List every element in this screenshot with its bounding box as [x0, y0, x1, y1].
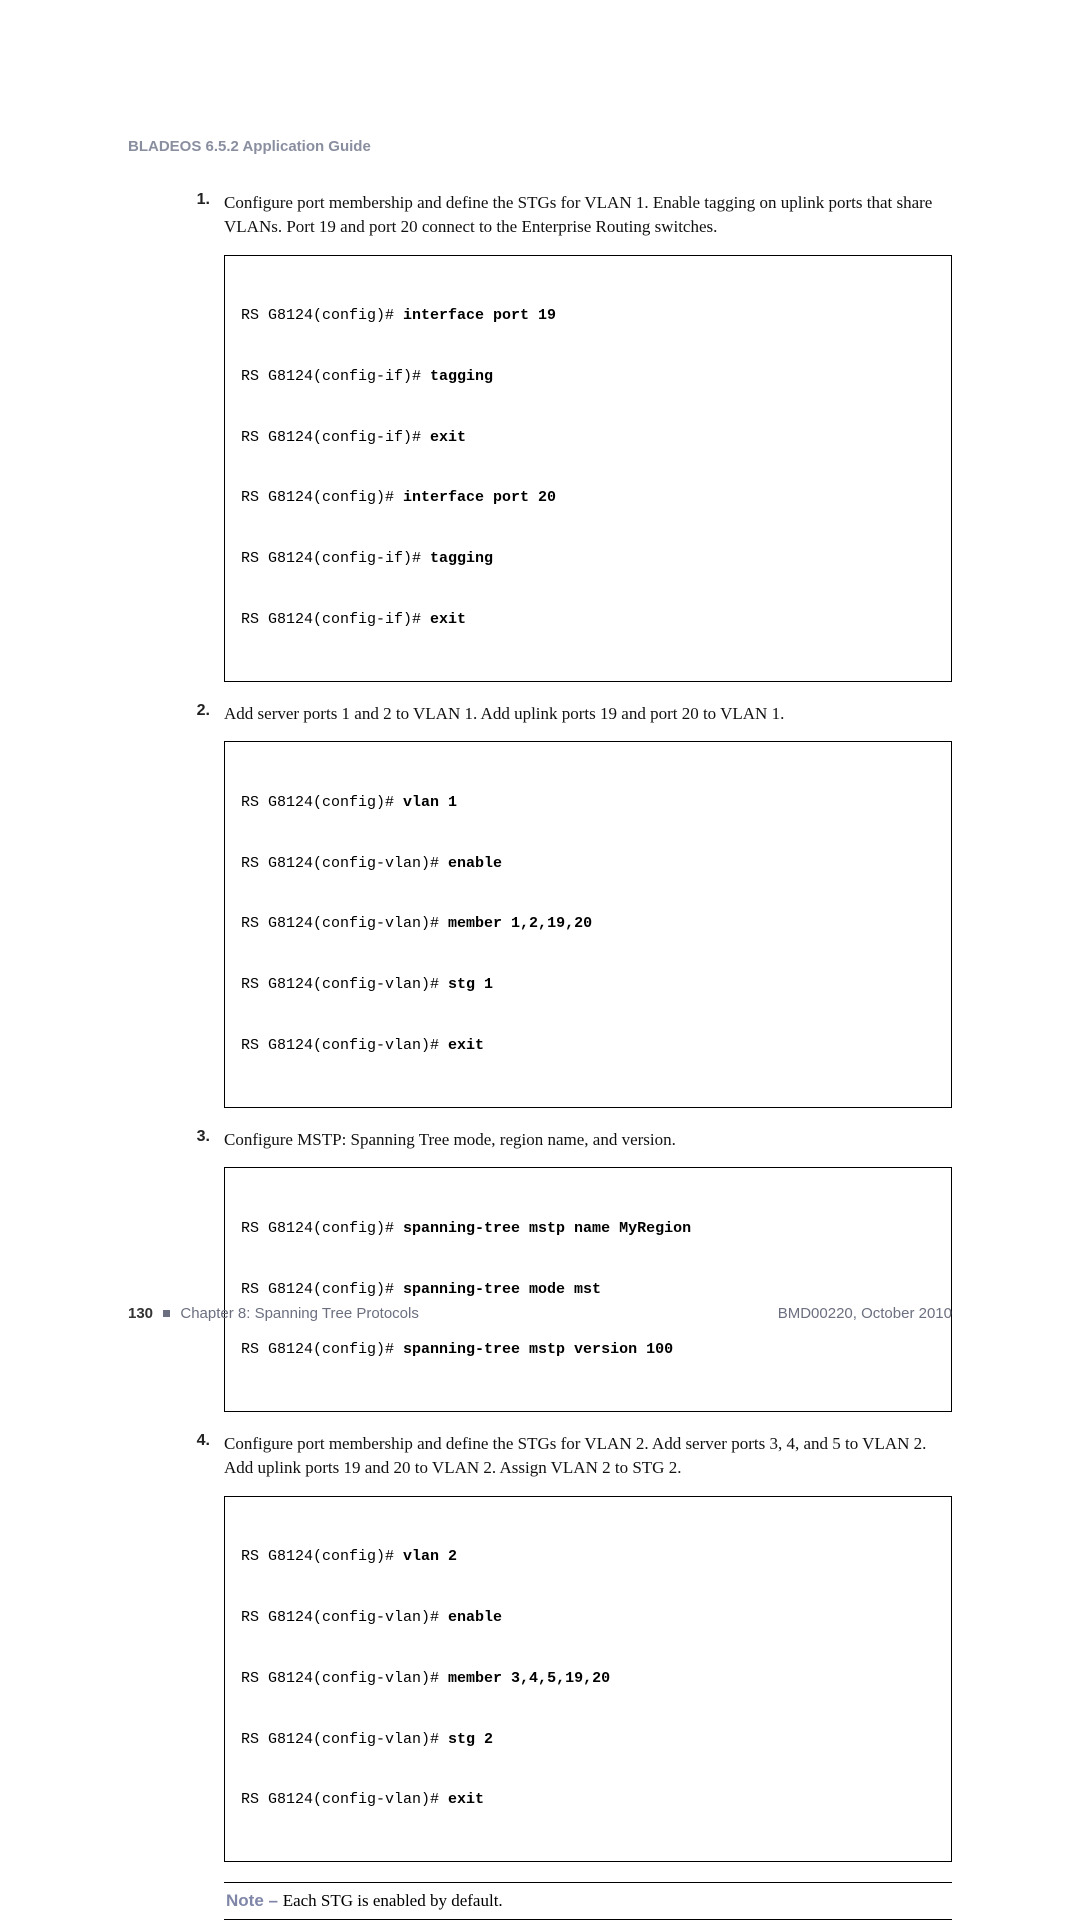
step-text: Configure MSTP: Spanning Tree mode, regi… — [224, 1128, 952, 1152]
code-line: RS G8124(config)# spanning-tree mstp ver… — [241, 1340, 935, 1360]
code-cmd: member 1,2,19,20 — [448, 915, 592, 932]
code-line: RS G8124(config)# vlan 1 — [241, 793, 935, 813]
code-line: RS G8124(config-vlan)# member 3,4,5,19,2… — [241, 1669, 935, 1689]
code-cmd: stg 1 — [448, 976, 493, 993]
code-prompt: RS G8124(config-vlan)# — [241, 855, 448, 872]
code-prompt: RS G8124(config-if)# — [241, 550, 430, 567]
step-row: 3. Configure MSTP: Spanning Tree mode, r… — [188, 1128, 952, 1152]
note-text: Each STG is enabled by default. — [283, 1891, 503, 1910]
code-prompt: RS G8124(config-vlan)# — [241, 1670, 448, 1687]
code-prompt: RS G8124(config-vlan)# — [241, 915, 448, 932]
code-line: RS G8124(config)# spanning-tree mode mst — [241, 1280, 935, 1300]
step-text: Configure port membership and define the… — [224, 191, 952, 239]
page-number: 130 — [128, 1305, 153, 1322]
step-number: 2. — [188, 702, 224, 720]
step-2: 2. Add server ports 1 and 2 to VLAN 1. A… — [188, 702, 952, 1108]
step-number: 4. — [188, 1432, 224, 1450]
code-cmd: member 3,4,5,19,20 — [448, 1670, 610, 1687]
code-cmd: exit — [448, 1037, 484, 1054]
code-cmd: vlan 1 — [403, 794, 457, 811]
page-body: 1. Configure port membership and define … — [128, 191, 952, 1920]
code-prompt: RS G8124(config)# — [241, 1281, 403, 1298]
code-cmd: vlan 2 — [403, 1548, 457, 1565]
footer-left: 130 Chapter 8: Spanning Tree Protocols — [128, 1305, 419, 1322]
code-cmd: enable — [448, 1609, 502, 1626]
code-line: RS G8124(config-vlan)# stg 2 — [241, 1730, 935, 1750]
code-prompt: RS G8124(config)# — [241, 1341, 403, 1358]
code-prompt: RS G8124(config)# — [241, 307, 403, 324]
code-cmd: stg 2 — [448, 1731, 493, 1748]
code-cmd: spanning-tree mstp name MyRegion — [403, 1220, 691, 1237]
code-line: RS G8124(config)# interface port 19 — [241, 306, 935, 326]
step-1: 1. Configure port membership and define … — [188, 191, 952, 682]
code-line: RS G8124(config-vlan)# enable — [241, 854, 935, 874]
code-prompt: RS G8124(config)# — [241, 1220, 403, 1237]
code-prompt: RS G8124(config-vlan)# — [241, 976, 448, 993]
code-cmd: spanning-tree mode mst — [403, 1281, 601, 1298]
step-row: 2. Add server ports 1 and 2 to VLAN 1. A… — [188, 702, 952, 726]
code-cmd: interface port 20 — [403, 489, 556, 506]
code-prompt: RS G8124(config-vlan)# — [241, 1791, 448, 1808]
code-cmd: tagging — [430, 368, 493, 385]
footer-right: BMD00220, October 2010 — [778, 1305, 952, 1322]
code-prompt: RS G8124(config-vlan)# — [241, 1037, 448, 1054]
code-block: RS G8124(config)# interface port 19 RS G… — [224, 255, 952, 682]
code-cmd: exit — [448, 1791, 484, 1808]
square-bullet-icon — [163, 1310, 170, 1317]
step-number: 1. — [188, 191, 224, 209]
page-footer: 130 Chapter 8: Spanning Tree Protocols B… — [128, 1305, 952, 1322]
chapter-title: Chapter 8: Spanning Tree Protocols — [180, 1305, 418, 1322]
code-cmd: interface port 19 — [403, 307, 556, 324]
code-line: RS G8124(config-vlan)# exit — [241, 1790, 935, 1810]
step-text: Configure port membership and define the… — [224, 1432, 952, 1480]
code-line: RS G8124(config-vlan)# stg 1 — [241, 975, 935, 995]
code-prompt: RS G8124(config-if)# — [241, 429, 430, 446]
code-line: RS G8124(config)# spanning-tree mstp nam… — [241, 1219, 935, 1239]
code-block: RS G8124(config)# vlan 2 RS G8124(config… — [224, 1496, 952, 1862]
code-line: RS G8124(config)# interface port 20 — [241, 488, 935, 508]
step-row: 1. Configure port membership and define … — [188, 191, 952, 239]
code-block: RS G8124(config)# spanning-tree mstp nam… — [224, 1167, 952, 1412]
code-block: RS G8124(config)# vlan 1 RS G8124(config… — [224, 741, 952, 1107]
code-prompt: RS G8124(config)# — [241, 1548, 403, 1565]
code-line: RS G8124(config-vlan)# exit — [241, 1036, 935, 1056]
doc-id: BMD00220, October 2010 — [778, 1305, 952, 1322]
note-label: Note – — [226, 1891, 283, 1910]
page-header: BLADEOS 6.5.2 Application Guide — [128, 138, 952, 155]
step-row: 4. Configure port membership and define … — [188, 1432, 952, 1480]
code-line: RS G8124(config-if)# exit — [241, 428, 935, 448]
code-line: RS G8124(config-vlan)# member 1,2,19,20 — [241, 914, 935, 934]
step-text: Add server ports 1 and 2 to VLAN 1. Add … — [224, 702, 952, 726]
code-line: RS G8124(config-if)# exit — [241, 610, 935, 630]
code-prompt: RS G8124(config-vlan)# — [241, 1609, 448, 1626]
step-3: 3. Configure MSTP: Spanning Tree mode, r… — [188, 1128, 952, 1413]
code-prompt: RS G8124(config-vlan)# — [241, 1731, 448, 1748]
code-line: RS G8124(config-if)# tagging — [241, 367, 935, 387]
step-number: 3. — [188, 1128, 224, 1146]
code-cmd: enable — [448, 855, 502, 872]
code-prompt: RS G8124(config-if)# — [241, 611, 430, 628]
code-cmd: exit — [430, 611, 466, 628]
code-prompt: RS G8124(config)# — [241, 794, 403, 811]
note-block: Note – Each STG is enabled by default. — [224, 1882, 952, 1920]
code-cmd: tagging — [430, 550, 493, 567]
code-cmd: spanning-tree mstp version 100 — [403, 1341, 673, 1358]
doc-title: BLADEOS 6.5.2 Application Guide — [128, 138, 371, 155]
step-4: 4. Configure port membership and define … — [188, 1432, 952, 1862]
code-line: RS G8124(config)# vlan 2 — [241, 1547, 935, 1567]
code-prompt: RS G8124(config-if)# — [241, 368, 430, 385]
code-line: RS G8124(config-if)# tagging — [241, 549, 935, 569]
code-line: RS G8124(config-vlan)# enable — [241, 1608, 935, 1628]
code-cmd: exit — [430, 429, 466, 446]
code-prompt: RS G8124(config)# — [241, 489, 403, 506]
